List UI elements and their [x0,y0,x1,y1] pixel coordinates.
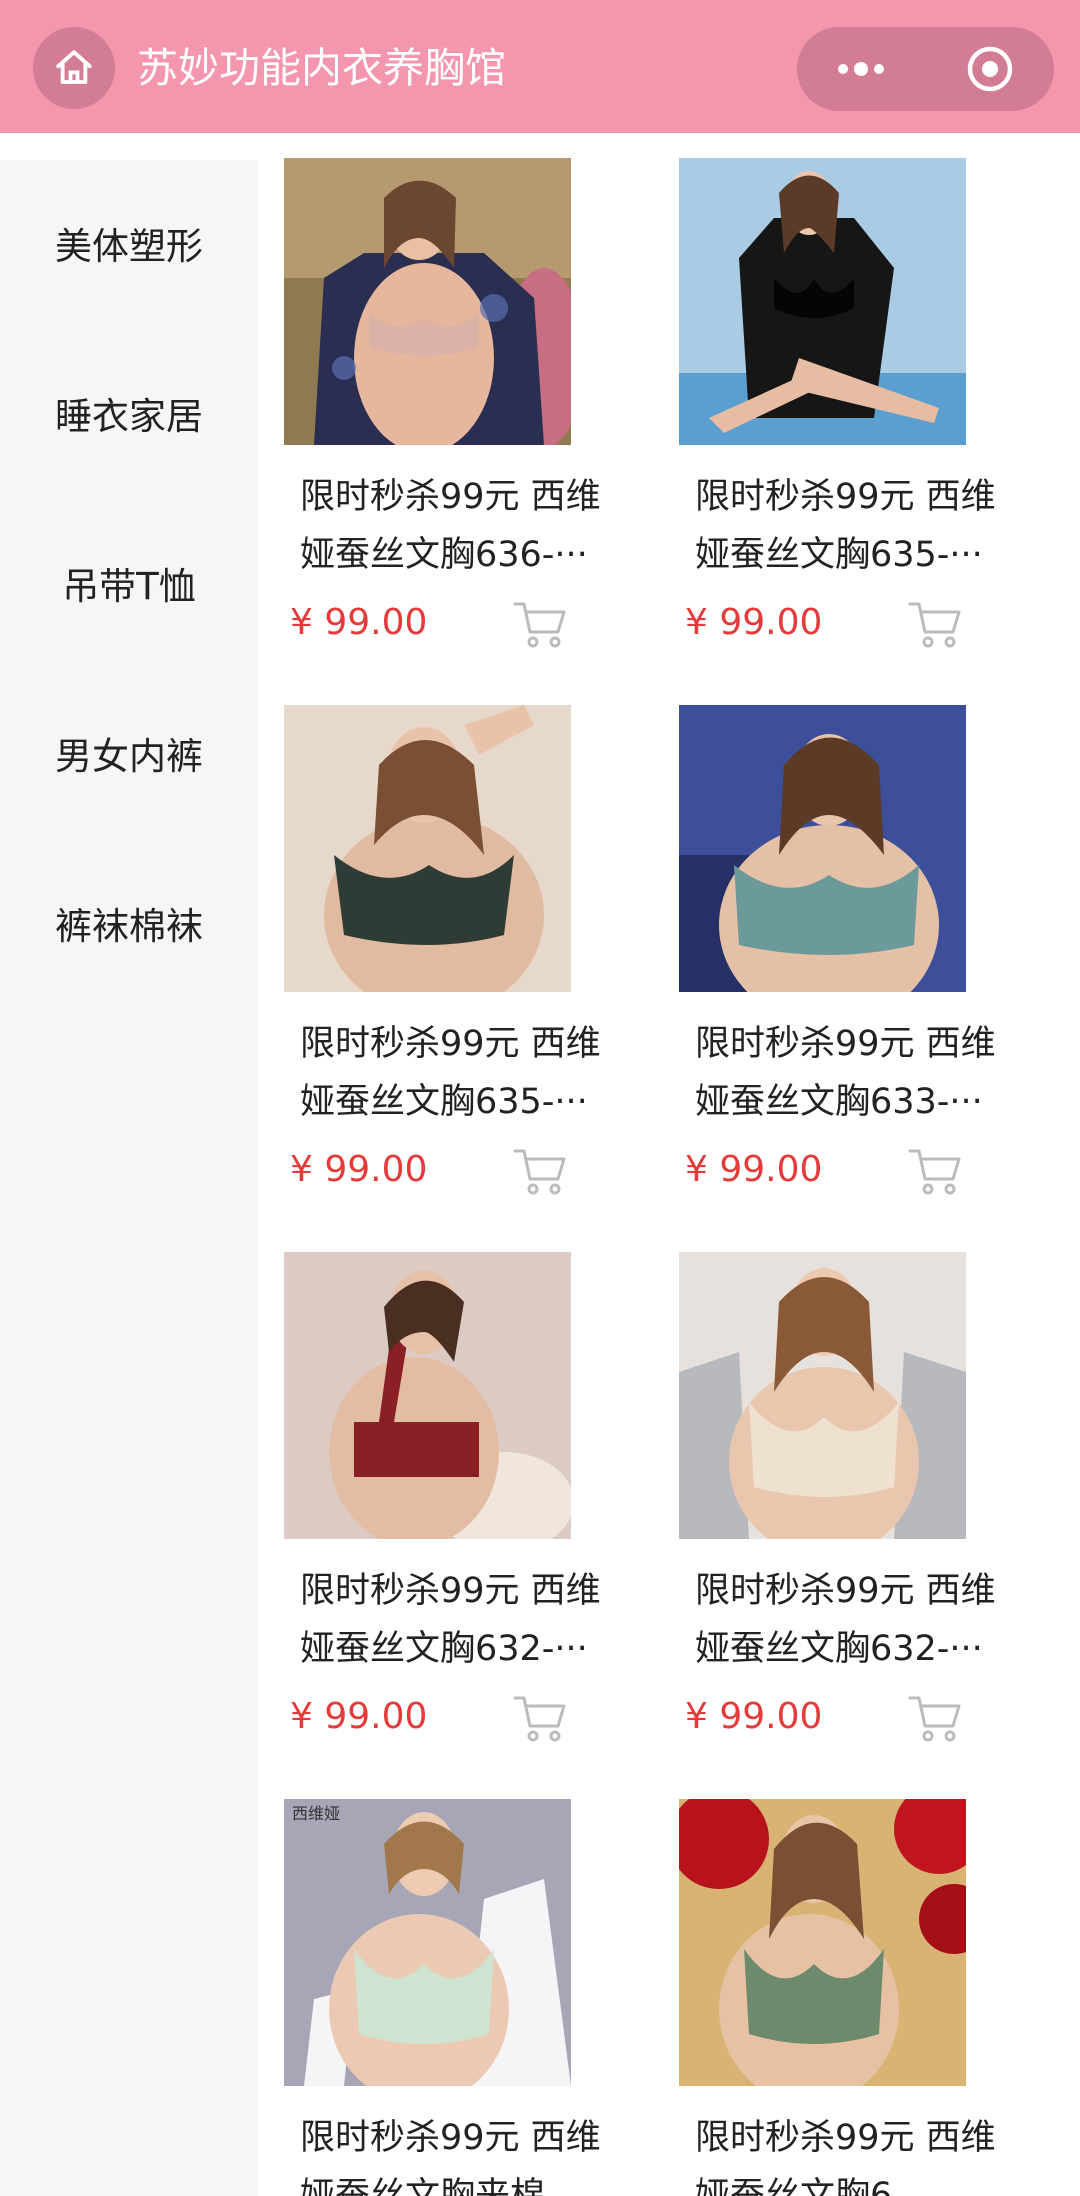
cart-icon[interactable] [907,598,963,650]
product-title[interactable]: 限时秒杀99元 西维 娅蚕丝文胸6 [695,2109,1035,2196]
home-button[interactable] [33,27,115,109]
product-title[interactable]: 限时秒杀99元 西维 娅蚕丝文胸632-··· [695,1562,1035,1678]
product-title[interactable]: 限时秒杀99元 西维 娅蚕丝文胸来棉 [300,2109,640,2196]
product-card[interactable]: 限时秒杀99元 西维 娅蚕丝文胸632-··· ¥ 99.00 [679,1252,1009,1752]
cart-icon[interactable] [907,1692,963,1744]
product-image[interactable]: 西维娅 [284,1799,571,2086]
category-sidebar: 美体塑形 睡衣家居 吊带T恤 男女内裤 裤袜棉袜 [0,160,258,2196]
svg-text:西维娅: 西维娅 [292,1804,340,1823]
product-card[interactable]: 限时秒杀99元 西维 娅蚕丝文胸636-··· ¥ 99.00 [284,158,614,658]
product-price: ¥ 99.00 [685,602,823,643]
top-nav-bar: 苏妙功能内衣养胸馆 [0,0,1080,133]
product-price: ¥ 99.00 [685,1696,823,1737]
product-card[interactable]: 限时秒杀99元 西维 娅蚕丝文胸6 [679,1799,1009,2196]
product-title[interactable]: 限时秒杀99元 西维 娅蚕丝文胸636-··· [300,468,640,584]
product-image[interactable] [679,1252,966,1539]
page-title: 苏妙功能内衣养胸馆 [137,44,506,92]
cart-icon[interactable] [907,1145,963,1197]
product-image[interactable] [679,158,966,445]
record-circle-icon [967,46,1013,92]
product-image[interactable] [679,705,966,992]
close-button[interactable] [926,27,1054,111]
product-image[interactable] [284,1252,571,1539]
product-price: ¥ 99.00 [685,1149,823,1190]
product-card[interactable]: 西维娅 限时秒杀99元 西维 娅蚕丝文胸来棉 [284,1799,614,2196]
product-image[interactable] [284,705,571,992]
sidebar-item-underwear[interactable]: 男女内裤 [0,732,258,782]
product-title[interactable]: 限时秒杀99元 西维 娅蚕丝文胸632-··· [300,1562,640,1678]
product-title[interactable]: 限时秒杀99元 西维 娅蚕丝文胸633-··· [695,1015,1035,1131]
product-card[interactable]: 限时秒杀99元 西维 娅蚕丝文胸635-··· ¥ 99.00 [679,158,1009,658]
app-screen: 苏妙功能内衣养胸馆 美体塑形 睡衣家居 吊带T恤 男女内裤 裤袜棉袜 限时秒杀9… [0,0,1080,2196]
product-card[interactable]: 限时秒杀99元 西维 娅蚕丝文胸635-··· ¥ 99.00 [284,705,614,1205]
product-price: ¥ 99.00 [290,602,428,643]
home-icon [56,50,92,84]
sidebar-item-camisole-tshirt[interactable]: 吊带T恤 [0,562,258,612]
product-card[interactable]: 限时秒杀99元 西维 娅蚕丝文胸633-··· ¥ 99.00 [679,705,1009,1205]
more-button[interactable] [797,27,925,111]
more-dots-icon [838,62,884,76]
product-price: ¥ 99.00 [290,1149,428,1190]
product-image[interactable] [284,158,571,445]
cart-icon[interactable] [512,1145,568,1197]
sidebar-item-sleepwear[interactable]: 睡衣家居 [0,392,258,442]
cart-icon[interactable] [512,598,568,650]
product-image[interactable] [679,1799,966,2086]
product-title[interactable]: 限时秒杀99元 西维 娅蚕丝文胸635-··· [695,468,1035,584]
sidebar-item-shapewear[interactable]: 美体塑形 [0,222,258,272]
product-title[interactable]: 限时秒杀99元 西维 娅蚕丝文胸635-··· [300,1015,640,1131]
mini-program-capsule [797,27,1054,111]
product-price: ¥ 99.00 [290,1696,428,1737]
sidebar-item-socks[interactable]: 裤袜棉袜 [0,902,258,952]
cart-icon[interactable] [512,1692,568,1744]
product-card[interactable]: 限时秒杀99元 西维 娅蚕丝文胸632-··· ¥ 99.00 [284,1252,614,1752]
